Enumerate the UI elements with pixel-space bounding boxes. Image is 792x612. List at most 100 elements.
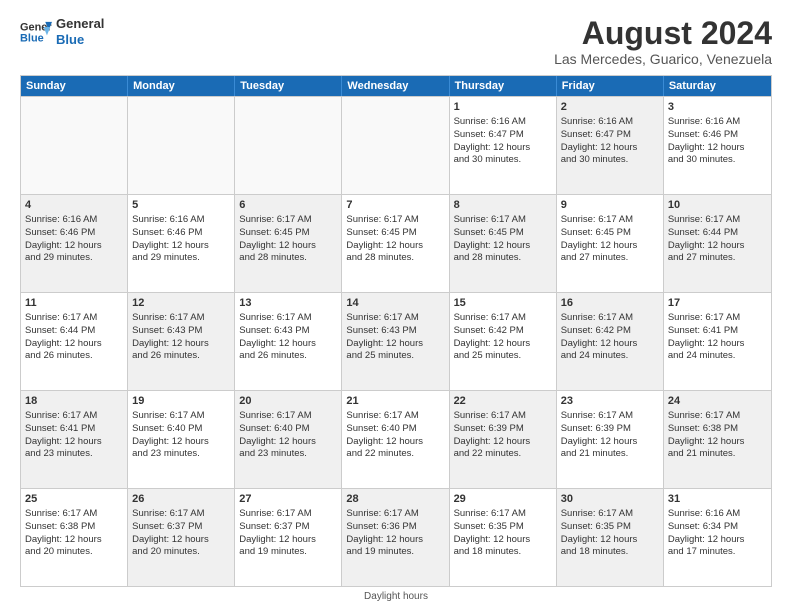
day-info: Daylight: 12 hours xyxy=(25,338,123,351)
day-info: Daylight: 12 hours xyxy=(25,240,123,253)
day-info: Sunrise: 6:17 AM xyxy=(561,214,659,227)
day-info: and 26 minutes. xyxy=(132,350,230,363)
day-info: Sunset: 6:47 PM xyxy=(454,129,552,142)
cal-cell-1-0: 4Sunrise: 6:16 AMSunset: 6:46 PMDaylight… xyxy=(21,195,128,292)
day-info: Sunset: 6:43 PM xyxy=(346,325,444,338)
page: General Blue General Blue August 2024 La… xyxy=(0,0,792,612)
footer-note: Daylight hours xyxy=(20,591,772,602)
cal-cell-0-1 xyxy=(128,97,235,194)
day-info: Sunrise: 6:17 AM xyxy=(668,410,767,423)
day-info: and 21 minutes. xyxy=(668,448,767,461)
day-number: 1 xyxy=(454,100,552,115)
day-info: Daylight: 12 hours xyxy=(668,142,767,155)
day-info: and 27 minutes. xyxy=(668,252,767,265)
cal-cell-1-2: 6Sunrise: 6:17 AMSunset: 6:45 PMDaylight… xyxy=(235,195,342,292)
day-info: Daylight: 12 hours xyxy=(454,534,552,547)
main-title: August 2024 xyxy=(554,16,772,51)
day-number: 21 xyxy=(346,394,444,409)
day-number: 8 xyxy=(454,198,552,213)
header-thursday: Thursday xyxy=(450,76,557,96)
day-number: 26 xyxy=(132,492,230,507)
cal-cell-0-3 xyxy=(342,97,449,194)
cal-cell-0-2 xyxy=(235,97,342,194)
calendar-row-2: 11Sunrise: 6:17 AMSunset: 6:44 PMDayligh… xyxy=(21,292,771,390)
day-info: Sunrise: 6:17 AM xyxy=(346,508,444,521)
day-info: Sunset: 6:47 PM xyxy=(561,129,659,142)
day-info: Sunset: 6:40 PM xyxy=(132,423,230,436)
day-info: Sunset: 6:37 PM xyxy=(239,521,337,534)
cal-cell-4-6: 31Sunrise: 6:16 AMSunset: 6:34 PMDayligh… xyxy=(664,489,771,586)
day-info: Daylight: 12 hours xyxy=(239,338,337,351)
cal-cell-1-6: 10Sunrise: 6:17 AMSunset: 6:44 PMDayligh… xyxy=(664,195,771,292)
cal-cell-1-4: 8Sunrise: 6:17 AMSunset: 6:45 PMDaylight… xyxy=(450,195,557,292)
day-info: Sunset: 6:44 PM xyxy=(668,227,767,240)
day-info: and 27 minutes. xyxy=(561,252,659,265)
day-info: Daylight: 12 hours xyxy=(668,338,767,351)
day-info: Sunrise: 6:17 AM xyxy=(346,410,444,423)
day-number: 6 xyxy=(239,198,337,213)
cal-cell-4-1: 26Sunrise: 6:17 AMSunset: 6:37 PMDayligh… xyxy=(128,489,235,586)
day-number: 7 xyxy=(346,198,444,213)
header-friday: Friday xyxy=(557,76,664,96)
day-info: Daylight: 12 hours xyxy=(239,240,337,253)
day-info: Sunrise: 6:17 AM xyxy=(346,312,444,325)
day-number: 19 xyxy=(132,394,230,409)
day-info: Sunrise: 6:17 AM xyxy=(25,410,123,423)
day-number: 2 xyxy=(561,100,659,115)
calendar-row-4: 25Sunrise: 6:17 AMSunset: 6:38 PMDayligh… xyxy=(21,488,771,586)
logo-icon: General Blue xyxy=(20,18,52,46)
calendar: Sunday Monday Tuesday Wednesday Thursday… xyxy=(20,75,772,587)
header-sunday: Sunday xyxy=(21,76,128,96)
day-info: Daylight: 12 hours xyxy=(668,534,767,547)
calendar-row-3: 18Sunrise: 6:17 AMSunset: 6:41 PMDayligh… xyxy=(21,390,771,488)
day-info: Sunrise: 6:17 AM xyxy=(25,508,123,521)
day-info: Sunrise: 6:17 AM xyxy=(25,312,123,325)
svg-text:Blue: Blue xyxy=(20,32,44,44)
header-tuesday: Tuesday xyxy=(235,76,342,96)
day-info: Sunset: 6:46 PM xyxy=(25,227,123,240)
day-info: Sunset: 6:40 PM xyxy=(346,423,444,436)
day-info: Sunrise: 6:17 AM xyxy=(132,410,230,423)
day-info: and 18 minutes. xyxy=(561,546,659,559)
logo: General Blue General Blue xyxy=(20,16,104,47)
cal-cell-4-0: 25Sunrise: 6:17 AMSunset: 6:38 PMDayligh… xyxy=(21,489,128,586)
day-info: Sunset: 6:45 PM xyxy=(561,227,659,240)
day-info: Sunset: 6:45 PM xyxy=(454,227,552,240)
cal-cell-2-0: 11Sunrise: 6:17 AMSunset: 6:44 PMDayligh… xyxy=(21,293,128,390)
cal-cell-0-6: 3Sunrise: 6:16 AMSunset: 6:46 PMDaylight… xyxy=(664,97,771,194)
day-info: and 25 minutes. xyxy=(346,350,444,363)
day-info: Daylight: 12 hours xyxy=(346,534,444,547)
day-number: 16 xyxy=(561,296,659,311)
day-number: 18 xyxy=(25,394,123,409)
day-info: and 23 minutes. xyxy=(132,448,230,461)
day-info: Daylight: 12 hours xyxy=(668,436,767,449)
cal-cell-4-4: 29Sunrise: 6:17 AMSunset: 6:35 PMDayligh… xyxy=(450,489,557,586)
day-info: Sunrise: 6:17 AM xyxy=(561,410,659,423)
day-info: and 30 minutes. xyxy=(668,154,767,167)
cal-cell-1-1: 5Sunrise: 6:16 AMSunset: 6:46 PMDaylight… xyxy=(128,195,235,292)
day-info: Sunset: 6:39 PM xyxy=(454,423,552,436)
cal-cell-1-5: 9Sunrise: 6:17 AMSunset: 6:45 PMDaylight… xyxy=(557,195,664,292)
day-info: Sunrise: 6:17 AM xyxy=(454,312,552,325)
day-number: 30 xyxy=(561,492,659,507)
cal-cell-2-1: 12Sunrise: 6:17 AMSunset: 6:43 PMDayligh… xyxy=(128,293,235,390)
header-wednesday: Wednesday xyxy=(342,76,449,96)
day-info: Daylight: 12 hours xyxy=(668,240,767,253)
day-info: Sunset: 6:42 PM xyxy=(561,325,659,338)
day-number: 13 xyxy=(239,296,337,311)
day-info: Sunset: 6:39 PM xyxy=(561,423,659,436)
day-info: and 23 minutes. xyxy=(239,448,337,461)
day-info: Sunset: 6:40 PM xyxy=(239,423,337,436)
day-info: Sunrise: 6:17 AM xyxy=(668,214,767,227)
day-number: 31 xyxy=(668,492,767,507)
day-info: Sunset: 6:37 PM xyxy=(132,521,230,534)
title-block: August 2024 Las Mercedes, Guarico, Venez… xyxy=(554,16,772,67)
day-info: Sunrise: 6:17 AM xyxy=(239,508,337,521)
day-number: 24 xyxy=(668,394,767,409)
day-number: 25 xyxy=(25,492,123,507)
day-info: Sunset: 6:43 PM xyxy=(132,325,230,338)
day-info: Sunrise: 6:16 AM xyxy=(25,214,123,227)
day-info: Sunrise: 6:17 AM xyxy=(454,508,552,521)
cal-cell-0-4: 1Sunrise: 6:16 AMSunset: 6:47 PMDaylight… xyxy=(450,97,557,194)
cal-cell-3-0: 18Sunrise: 6:17 AMSunset: 6:41 PMDayligh… xyxy=(21,391,128,488)
